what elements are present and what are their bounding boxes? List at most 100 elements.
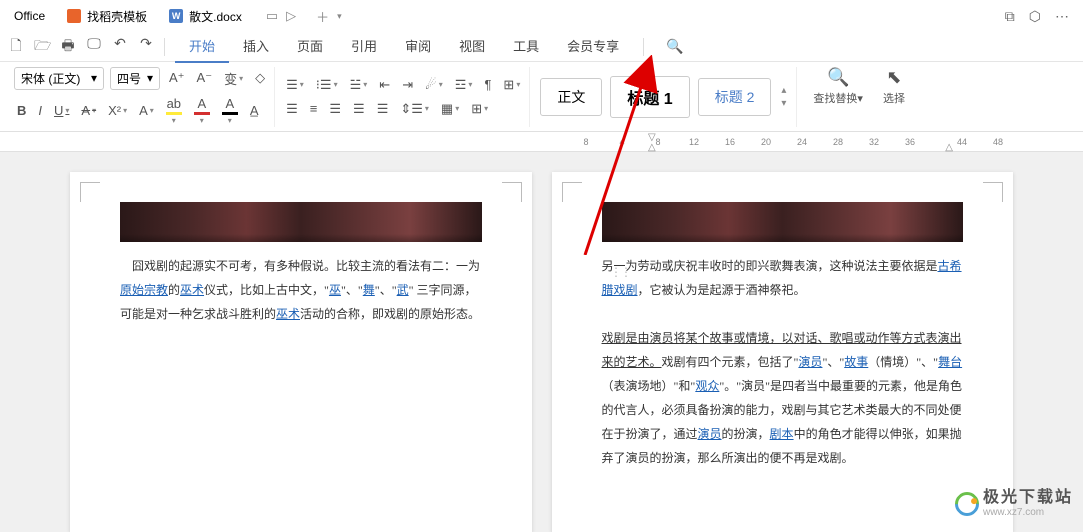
font-background-button[interactable]: A▾ <box>219 94 241 127</box>
ribbon-tabs: 开始 插入 页面 引用 审阅 视图 工具 会员专享 <box>175 30 633 63</box>
watermark-url: www.xz7.com <box>983 507 1073 518</box>
tab-office[interactable]: Office <box>4 2 55 30</box>
style-heading1[interactable]: 标题 1 <box>610 76 689 118</box>
align-distribute-button[interactable]: ☰ <box>374 99 392 119</box>
drag-handle-icon[interactable]: ⋮⋮ <box>610 265 630 279</box>
tab-templates[interactable]: 找稻壳模板 <box>57 2 157 30</box>
text-direction-button[interactable]: ☄▾ <box>422 75 446 95</box>
cube-icon[interactable]: ⬡ <box>1029 8 1041 25</box>
tabs-button[interactable]: ⊞▾ <box>500 75 523 95</box>
tab-tools[interactable]: 工具 <box>499 30 553 63</box>
tab-start[interactable]: 开始 <box>175 30 229 63</box>
decrease-font-button[interactable]: A⁻ <box>194 68 216 88</box>
quick-access: 🗋 🗁 🖶 🖵 ↶ ↷ <box>8 35 154 59</box>
align-center-button[interactable]: ≡ <box>307 99 321 118</box>
page-left[interactable]: 囧戏剧的起源实不可考，有多种假说。比较主流的看法有二：一为原始宗教的巫术仪式，比… <box>70 172 532 532</box>
underline-button[interactable]: U▾ <box>51 101 72 120</box>
window-icon[interactable]: ⧉ <box>1005 8 1015 25</box>
increase-font-button[interactable]: A⁺ <box>166 68 188 88</box>
link-script[interactable]: 剧本 <box>770 427 794 441</box>
page-right[interactable]: 另一为劳动或庆祝丰收时的即兴歌舞表演，这种说法主要依据是古希腊戏剧，它被认为是起… <box>552 172 1014 532</box>
decrease-indent-button[interactable]: ⇤ <box>376 75 393 95</box>
link-wu[interactable]: 巫 <box>329 283 341 297</box>
titlebar: Office 找稻壳模板 W 散文.docx ▭ ▷ ＋ ▾ ⧉ ⬡ ⋯ <box>0 0 1083 32</box>
link-actor2[interactable]: 演员 <box>698 427 722 441</box>
divider <box>643 38 644 56</box>
style-scroll[interactable]: ▴ ▾ <box>777 85 790 109</box>
tab-reference[interactable]: 引用 <box>337 30 391 63</box>
open-icon[interactable]: 🗁 <box>34 35 50 59</box>
line-spacing-button[interactable]: ⇕☰▾ <box>397 99 432 119</box>
new-tab[interactable]: ＋ ▾ <box>308 7 350 26</box>
link-audience[interactable]: 观众 <box>695 379 719 393</box>
align-left-button[interactable]: ☰ <box>283 99 301 119</box>
align-justify-button[interactable]: ☰ <box>350 99 368 119</box>
template-icon <box>67 9 81 23</box>
select-button[interactable]: ⬉ 选择 <box>875 67 913 127</box>
shading-button[interactable]: ▦▾ <box>438 99 462 119</box>
numbering-button[interactable]: ⁝☰▾ <box>313 75 341 95</box>
divider <box>164 38 165 56</box>
increase-indent-button[interactable]: ⇥ <box>399 75 416 95</box>
body-text[interactable]: 另一为劳动或庆祝丰收时的即兴歌舞表演，这种说法主要依据是古希腊戏剧，它被认为是起… <box>602 254 964 470</box>
tab-document[interactable]: W 散文.docx <box>159 2 252 30</box>
link-martial[interactable]: 武 <box>397 283 409 297</box>
font-group: 宋体 (正文) ▾ 四号 ▾ A⁺ A⁻ 变▾ ◇ B I U▾ A▾ X²▾ … <box>8 67 275 127</box>
preview-icon[interactable]: 🖵 <box>86 35 102 59</box>
tab-member[interactable]: 会员专享 <box>553 30 633 63</box>
ruler-tick: 16 <box>724 137 736 147</box>
word-icon: W <box>169 9 183 23</box>
tab-list-icon[interactable]: ▭ <box>266 8 278 24</box>
superscript-button[interactable]: X²▾ <box>105 101 130 120</box>
show-marks-button[interactable]: ¶ <box>481 75 494 94</box>
search-replace-button[interactable]: 🔍 查找替换▾ <box>805 67 871 127</box>
align-right-button[interactable]: ☰ <box>326 99 344 119</box>
clear-format-button[interactable]: ◇ <box>252 68 268 88</box>
multilevel-button[interactable]: ☱▾ <box>347 75 371 95</box>
highlight-button[interactable]: ab▾ <box>163 94 185 127</box>
undo-icon[interactable]: ↶ <box>112 35 128 59</box>
italic-button[interactable]: I <box>35 101 45 120</box>
tab-page[interactable]: 页面 <box>283 30 337 63</box>
strikethrough-button[interactable]: A▾ <box>78 101 99 120</box>
font-size-value: 四号 <box>117 70 141 87</box>
link-wushu2[interactable]: 巫术 <box>276 307 300 321</box>
tab-insert[interactable]: 插入 <box>229 30 283 63</box>
editing-group: 🔍 查找替换▾ ⬉ 选择 <box>799 67 919 127</box>
tab-view[interactable]: 视图 <box>445 30 499 63</box>
body-text[interactable]: 囧戏剧的起源实不可考，有多种假说。比较主流的看法有二：一为原始宗教的巫术仪式，比… <box>120 254 482 326</box>
link-stage[interactable]: 舞台 <box>938 355 962 369</box>
ruler-tick: 12 <box>688 137 700 147</box>
redo-icon[interactable]: ↷ <box>138 35 154 59</box>
search-icon[interactable]: 🔍 <box>666 38 683 55</box>
link-wushu[interactable]: 巫术 <box>180 283 204 297</box>
search-icon: 🔍 <box>827 67 849 88</box>
style-body[interactable]: 正文 <box>540 78 602 116</box>
change-case-button[interactable]: 变▾ <box>221 67 246 90</box>
ruler[interactable]: ▽ 8 4 8 12 16 20 24 28 32 36 44 48 △ △ <box>0 132 1083 152</box>
ruler-tick: 24 <box>796 137 808 147</box>
margin-corner <box>80 182 100 202</box>
link-actor[interactable]: 演员 <box>798 355 822 369</box>
font-size-select[interactable]: 四号 ▾ <box>110 67 160 90</box>
tab-label: 找稻壳模板 <box>87 8 147 25</box>
more-icon[interactable]: ⋯ <box>1055 8 1069 25</box>
font-name-select[interactable]: 宋体 (正文) ▾ <box>14 67 104 90</box>
new-icon[interactable]: 🗋 <box>8 35 24 59</box>
tab-close-icon[interactable]: ▷ <box>286 8 296 24</box>
font-color-button[interactable]: A▾ <box>191 94 213 127</box>
print-icon[interactable]: 🖶 <box>60 35 76 59</box>
font-dialog-button[interactable]: A̲ <box>247 101 262 120</box>
link-story[interactable]: 故事 <box>844 355 868 369</box>
font-effects-button[interactable]: A▾ <box>136 101 157 120</box>
margin-corner <box>983 182 1003 202</box>
bullets-button[interactable]: ☰▾ <box>283 75 307 95</box>
tab-review[interactable]: 审阅 <box>391 30 445 63</box>
style-heading2[interactable]: 标题 2 <box>698 78 772 116</box>
sort-button[interactable]: ☲▾ <box>452 75 476 95</box>
link-dance[interactable]: 舞 <box>363 283 375 297</box>
link-religion[interactable]: 原始宗教 <box>120 283 168 297</box>
bold-button[interactable]: B <box>14 101 29 120</box>
borders-button[interactable]: ⊞▾ <box>468 99 491 119</box>
ruler-tick: 28 <box>832 137 844 147</box>
